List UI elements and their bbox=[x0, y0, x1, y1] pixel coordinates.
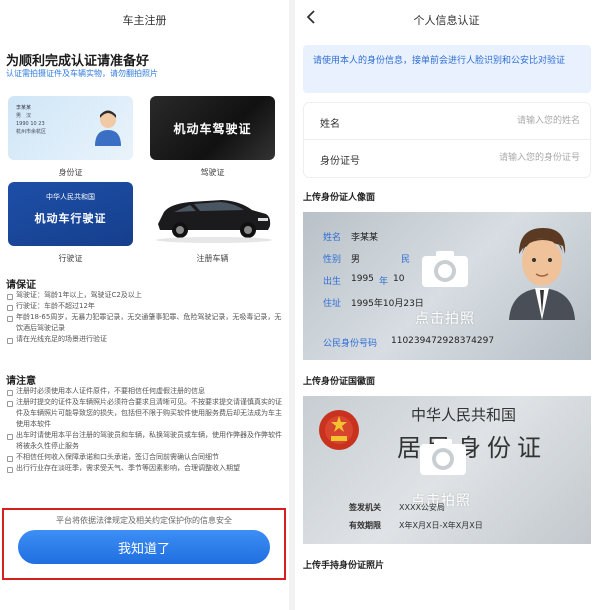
driving-license-illustration: 机动车驾驶证 bbox=[150, 96, 275, 160]
cert-label: 驾驶证 bbox=[200, 168, 225, 177]
validity-value: X年X月X日-X年X月X日 bbox=[399, 521, 483, 530]
camera-icon bbox=[422, 251, 468, 287]
id-card-line: 杭州市余杭区 bbox=[16, 129, 47, 135]
confirm-footer: 平台将依据法律规定及相关约定保护你的信息安全 我知道了 bbox=[2, 508, 286, 580]
front-birth-rest: 10 bbox=[393, 274, 405, 284]
got-it-button[interactable]: 我知道了 bbox=[18, 530, 270, 564]
front-gender-value: 男 bbox=[351, 255, 361, 265]
id-card-illustration: 李某某 男 汉 1990 10 23 杭州市余杭区 bbox=[8, 96, 133, 160]
list-item: 出车时请使用本平台注册的驾驶员和车辆，私换驾驶员或车辆，使用作弊器及作弊软件将被… bbox=[6, 430, 284, 452]
notice-title: 请注意 bbox=[6, 376, 36, 387]
name-row: 姓名 bbox=[304, 103, 590, 139]
car-illustration bbox=[150, 182, 275, 246]
card-text: 机动车驾驶证 bbox=[173, 121, 252, 136]
front-name-label: 姓名 bbox=[323, 233, 342, 243]
upload-id-front[interactable]: 姓名 李某某 性别 男 民 出生 1995 年 10 住址 1995年10月23… bbox=[303, 212, 591, 360]
validity-label: 有效期限 bbox=[349, 521, 381, 530]
id-card-line: 1990 10 23 bbox=[16, 121, 45, 127]
name-label: 姓名 bbox=[320, 119, 340, 130]
list-item: 驾驶证：驾龄1年以上，驾驶证C2及以上 bbox=[6, 290, 284, 301]
upload-front-title: 上传身份证人像面 bbox=[303, 193, 376, 203]
portrait-icon bbox=[509, 228, 575, 320]
cert-label: 行驶证 bbox=[58, 254, 83, 263]
id-number-input[interactable] bbox=[430, 149, 580, 167]
front-idno-label: 公民身份号码 bbox=[323, 339, 378, 349]
person-avatar-icon bbox=[95, 110, 121, 146]
prepare-subheading: 认证需拍摄证件及车辆实物，请勿翻拍照片 bbox=[6, 69, 158, 78]
upload-id-back[interactable]: 中华人民共和国 居民身份证 点击拍照 签发机关 XXXX公安局 有效期限 X年X… bbox=[303, 396, 591, 544]
cert-driving-license: 机动车驾驶证 驾驶证 bbox=[150, 96, 275, 178]
upload-back-title: 上传身份证国徽面 bbox=[303, 377, 376, 387]
list-item: 请在光线充足的场景进行验证 bbox=[6, 334, 284, 345]
front-address-label: 住址 bbox=[323, 299, 342, 309]
list-item: 出行行业存在淡旺季，需求受天气、季节等因素影响，合理调整收入期望 bbox=[6, 463, 284, 474]
car-icon bbox=[156, 200, 272, 243]
verification-notice: 请使用本人的身份信息，接单前会进行人脸识别和公安比对验证 bbox=[303, 45, 591, 93]
front-birth-year: 1995 bbox=[351, 274, 374, 284]
camera-icon bbox=[420, 439, 466, 475]
cert-label: 注册车辆 bbox=[196, 254, 229, 263]
guarantee-list: 驾驶证：驾龄1年以上，驾驶证C2及以上 行驶证：车龄不超过12年 年龄18-65… bbox=[6, 290, 284, 345]
back-country-text: 中华人民共和国 bbox=[411, 406, 517, 424]
guarantee-title: 请保证 bbox=[6, 280, 36, 291]
cert-registered-vehicle: 注册车辆 bbox=[150, 182, 275, 264]
page-title: 车主注册 bbox=[122, 14, 167, 27]
personal-info-verification-panel: 个人信息认证 请使用本人的身份信息，接单前会进行人脸识别和公安比对验证 姓名 身… bbox=[289, 0, 598, 610]
list-item: 注册时提交的证件及车辆照片必须符合要求且清晰可见。不按要求提交请谨慎真实的证件及… bbox=[6, 397, 284, 430]
front-birth-label: 出生 bbox=[323, 277, 342, 287]
privacy-note: 平台将依据法律规定及相关约定保护你的信息安全 bbox=[56, 516, 232, 525]
list-item: 年龄18-65周岁，无暴力犯罪记录，无交通肇事犯罪、危险驾驶记录，无吸毒记录，无… bbox=[6, 312, 284, 334]
driver-registration-panel: 车主注册 为顺利完成认证请准备好 认证需拍摄证件及车辆实物，请勿翻拍照片 李某某… bbox=[0, 0, 289, 610]
card-text: 机动车行驶证 bbox=[34, 212, 107, 225]
notice-list: 注册时必须使用本人证件原件，不要相信任何虚假注册的信息 注册时提交的证件及车辆照… bbox=[6, 386, 284, 474]
card-text: 中华人民共和国 bbox=[46, 193, 95, 201]
front-year-char: 年 bbox=[379, 277, 389, 287]
id-card-line: 李某某 bbox=[16, 105, 32, 111]
prepare-heading: 为顺利完成认证请准备好 bbox=[6, 54, 150, 69]
front-ethnic-label: 民 bbox=[401, 255, 411, 265]
issuer-label: 签发机关 bbox=[349, 503, 381, 512]
list-item: 行驶证：车龄不超过12年 bbox=[6, 301, 284, 312]
front-idno-value: 110239472928374297 bbox=[391, 336, 495, 346]
id-number-label: 身份证号 bbox=[320, 156, 360, 167]
list-item: 不相信任何收入保障承诺和口头承诺，签订合同前需确认合同细节 bbox=[6, 452, 284, 463]
front-gender-label: 性别 bbox=[323, 255, 342, 265]
vehicle-license-illustration: 中华人民共和国 机动车行驶证 bbox=[8, 182, 133, 246]
upload-hand-title: 上传手持身份证照片 bbox=[303, 561, 385, 571]
cert-id-card: 李某某 男 汉 1990 10 23 杭州市余杭区 身份证 bbox=[8, 96, 133, 178]
front-address-value: 1995年10月23日 bbox=[351, 299, 424, 309]
id-card-line: 男 汉 bbox=[16, 113, 32, 119]
cert-vehicle-license: 中华人民共和国 机动车行驶证 行驶证 bbox=[8, 182, 133, 264]
identity-form: 姓名 身份证号 bbox=[303, 102, 591, 178]
name-input[interactable] bbox=[430, 112, 580, 130]
page-title: 个人信息认证 bbox=[413, 14, 480, 27]
issuer-value: XXXX公安局 bbox=[399, 503, 445, 512]
national-emblem-icon bbox=[319, 410, 359, 450]
id-number-row: 身份证号 bbox=[304, 139, 590, 175]
cert-label: 身份证 bbox=[58, 168, 83, 177]
list-item: 注册时必须使用本人证件原件，不要相信任何虚假注册的信息 bbox=[6, 386, 284, 397]
front-name-value: 李某某 bbox=[351, 233, 379, 243]
take-photo-label: 点击拍照 bbox=[415, 311, 475, 327]
